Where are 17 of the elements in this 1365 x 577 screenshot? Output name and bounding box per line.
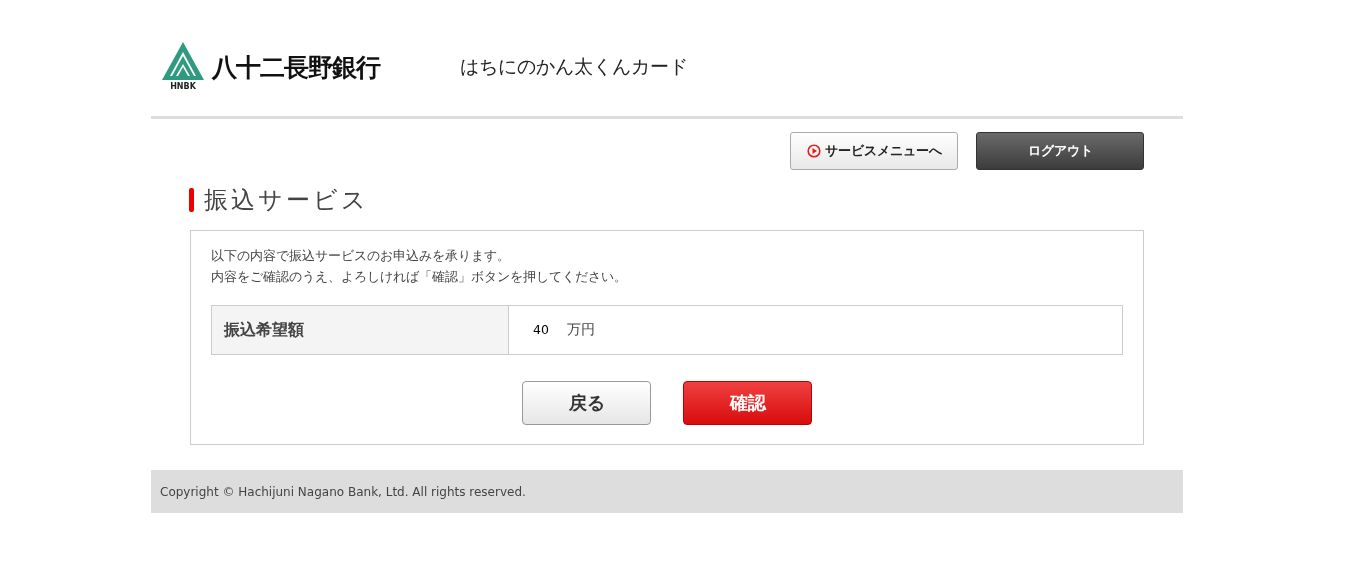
bank-name: 八十二長野銀行 <box>212 51 380 84</box>
play-icon <box>806 144 821 158</box>
message-text: 内容をご確認のうえ、よろしければ「確認」ボタンを押してください。 <box>211 268 628 286</box>
page-title: 振込サービス <box>204 185 369 216</box>
field-label: 振込希望額 <box>211 305 509 355</box>
amount-unit: 万円 <box>566 321 595 337</box>
confirm-button[interactable]: 確認 <box>683 381 812 425</box>
message-text: 以下の内容で振込サービスのお申込みを承ります。 <box>211 247 511 265</box>
service-name: はちにのかん太くんカード <box>460 54 688 79</box>
back-button[interactable]: 戻る <box>522 381 651 425</box>
service-menu-button[interactable]: サービスメニューへ <box>790 132 958 170</box>
logout-button[interactable]: ログアウト <box>976 132 1144 170</box>
amount-value: 40 <box>533 322 549 337</box>
mountain-logo-icon <box>162 42 204 80</box>
logo-mark: HNBK <box>170 82 196 92</box>
title-marker <box>189 188 194 212</box>
copyright-text: Copyright © Hachijuni Nagano Bank, Ltd. All rights reserved. <box>160 484 526 499</box>
